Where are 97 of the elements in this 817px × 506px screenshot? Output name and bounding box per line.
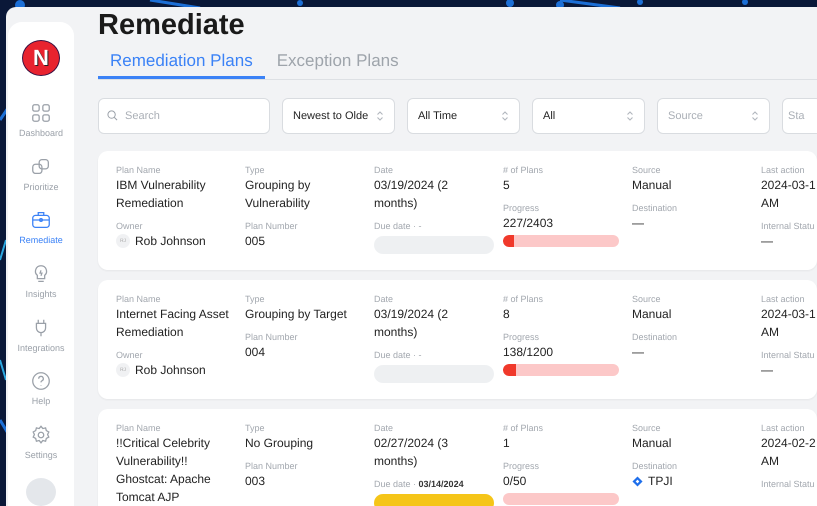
chevron-icon: [501, 110, 509, 122]
plan-date: 03/19/2024 (2 months): [374, 306, 450, 341]
field-label: Source: [632, 422, 661, 434]
search-field[interactable]: Search: [98, 98, 270, 134]
due-date: Due date · -: [374, 220, 422, 232]
nav-item[interactable]: Insights: [25, 262, 57, 317]
field-label: Progress: [503, 460, 540, 472]
due-date: Due date · -: [374, 349, 422, 361]
plan-count: 8: [503, 306, 510, 323]
field-label: Destination: [632, 202, 678, 214]
page-title: Remediate: [98, 8, 246, 42]
field-label: Plan Number: [245, 220, 298, 232]
field-label: Progress: [503, 331, 540, 343]
settings-icon: [30, 424, 52, 446]
owner-name: Rob Johnson: [135, 233, 206, 250]
plan-source: Manual: [632, 177, 672, 194]
chevron-icon: [376, 110, 384, 122]
plan-number: 005: [245, 233, 266, 250]
plan-type: No Grouping: [245, 435, 314, 452]
field-label: # of Plans: [503, 422, 544, 434]
last-action: 2024-03-1: [761, 306, 816, 323]
last-action: AM: [761, 195, 779, 212]
tab[interactable]: Exception Plans: [264, 46, 411, 79]
field-label: Date: [374, 164, 394, 176]
field-label: Date: [374, 293, 394, 305]
plan-destination: —: [632, 215, 644, 232]
field-label: Last action: [761, 422, 805, 434]
field-label: Internal Statu: [761, 220, 815, 232]
field-label: Plan Number: [245, 460, 298, 472]
nav-item[interactable]: Help: [30, 370, 52, 424]
nav-item[interactable]: Settings: [24, 424, 58, 478]
filter-select[interactable]: Source: [657, 98, 770, 134]
last-action: AM: [761, 324, 779, 341]
nav-item[interactable]: Remediate: [19, 209, 63, 263]
plan-name: !!Critical Celebrity Vulnerability!! Ghostcat: Apache Tomcat AJP: [116, 435, 212, 506]
search-icon: [107, 110, 118, 121]
progress-value: 227/2403: [503, 215, 554, 232]
internal-status: —: [761, 362, 773, 379]
filter-select[interactable]: Newest to Olde: [282, 98, 395, 134]
last-action: AM: [761, 453, 779, 470]
progress-value: 138/1200: [503, 344, 554, 361]
field-label: Plan Name: [116, 293, 161, 305]
field-label: Source: [632, 164, 661, 176]
field-label: Progress: [503, 202, 540, 214]
field-label: Destination: [632, 331, 678, 343]
progress-value: 0/50: [503, 473, 526, 490]
nav-item[interactable]: Dashboard: [18, 102, 64, 156]
field-label: Type: [245, 293, 265, 305]
last-action: 2024-03-1: [761, 177, 816, 194]
field-label: # of Plans: [503, 164, 544, 176]
plan-source: Manual: [632, 435, 672, 452]
plan-card[interactable]: [98, 280, 817, 399]
field-label: Plan Number: [245, 331, 298, 343]
plan-destination: TPJI: [648, 473, 673, 490]
internal-status: —: [761, 233, 773, 250]
filter-select[interactable]: All Time: [407, 98, 520, 134]
help-icon: [30, 370, 52, 392]
field-label: Internal Statu: [761, 478, 815, 490]
field-label: Destination: [632, 460, 678, 472]
plan-card[interactable]: [98, 409, 817, 506]
field-label: Type: [245, 422, 265, 434]
plan-card[interactable]: [98, 151, 817, 270]
field-label: Last action: [761, 293, 805, 305]
owner-name: Rob Johnson: [135, 362, 206, 379]
nav-item[interactable]: Integrations: [17, 316, 65, 370]
grid-icon: [30, 102, 52, 124]
plan-date: 02/27/2024 (3 months): [374, 435, 450, 470]
plan-count: 1: [503, 435, 510, 452]
plan-source: Manual: [632, 306, 672, 323]
field-label: Plan Name: [116, 164, 161, 176]
field-label: Date: [374, 422, 394, 434]
nav-item[interactable]: Prioritize: [23, 156, 58, 210]
filter-select[interactable]: Sta: [782, 98, 817, 134]
plan-type: Grouping by Target: [245, 306, 347, 323]
field-label: Owner: [116, 220, 143, 232]
tab[interactable]: Remediation Plans: [98, 46, 265, 79]
filter-select[interactable]: All: [532, 98, 645, 134]
plan-destination: —: [632, 344, 644, 361]
plan-number: 003: [245, 473, 266, 490]
field-label: Internal Statu: [761, 349, 815, 361]
due-date: Due date · 03/14/2024: [374, 478, 464, 490]
plan-type: Grouping by Vulnerability: [245, 177, 312, 212]
logo[interactable]: N: [22, 40, 60, 76]
plan-name: IBM Vulnerability Remediation: [116, 177, 207, 212]
field-label: Owner: [116, 349, 143, 361]
plan-name: Internet Facing Asset Remediation: [116, 306, 230, 341]
field-label: Last action: [761, 164, 805, 176]
plan-number: 004: [245, 344, 266, 361]
chevron-icon: [751, 110, 759, 122]
last-action: 2024-02-2: [761, 435, 816, 452]
field-label: Plan Name: [116, 422, 161, 434]
field-label: Type: [245, 164, 265, 176]
plan-date: 03/19/2024 (2 months): [374, 177, 450, 212]
plan-count: 5: [503, 177, 510, 194]
field-label: Source: [632, 293, 661, 305]
chevron-icon: [626, 110, 634, 122]
field-label: # of Plans: [503, 293, 544, 305]
